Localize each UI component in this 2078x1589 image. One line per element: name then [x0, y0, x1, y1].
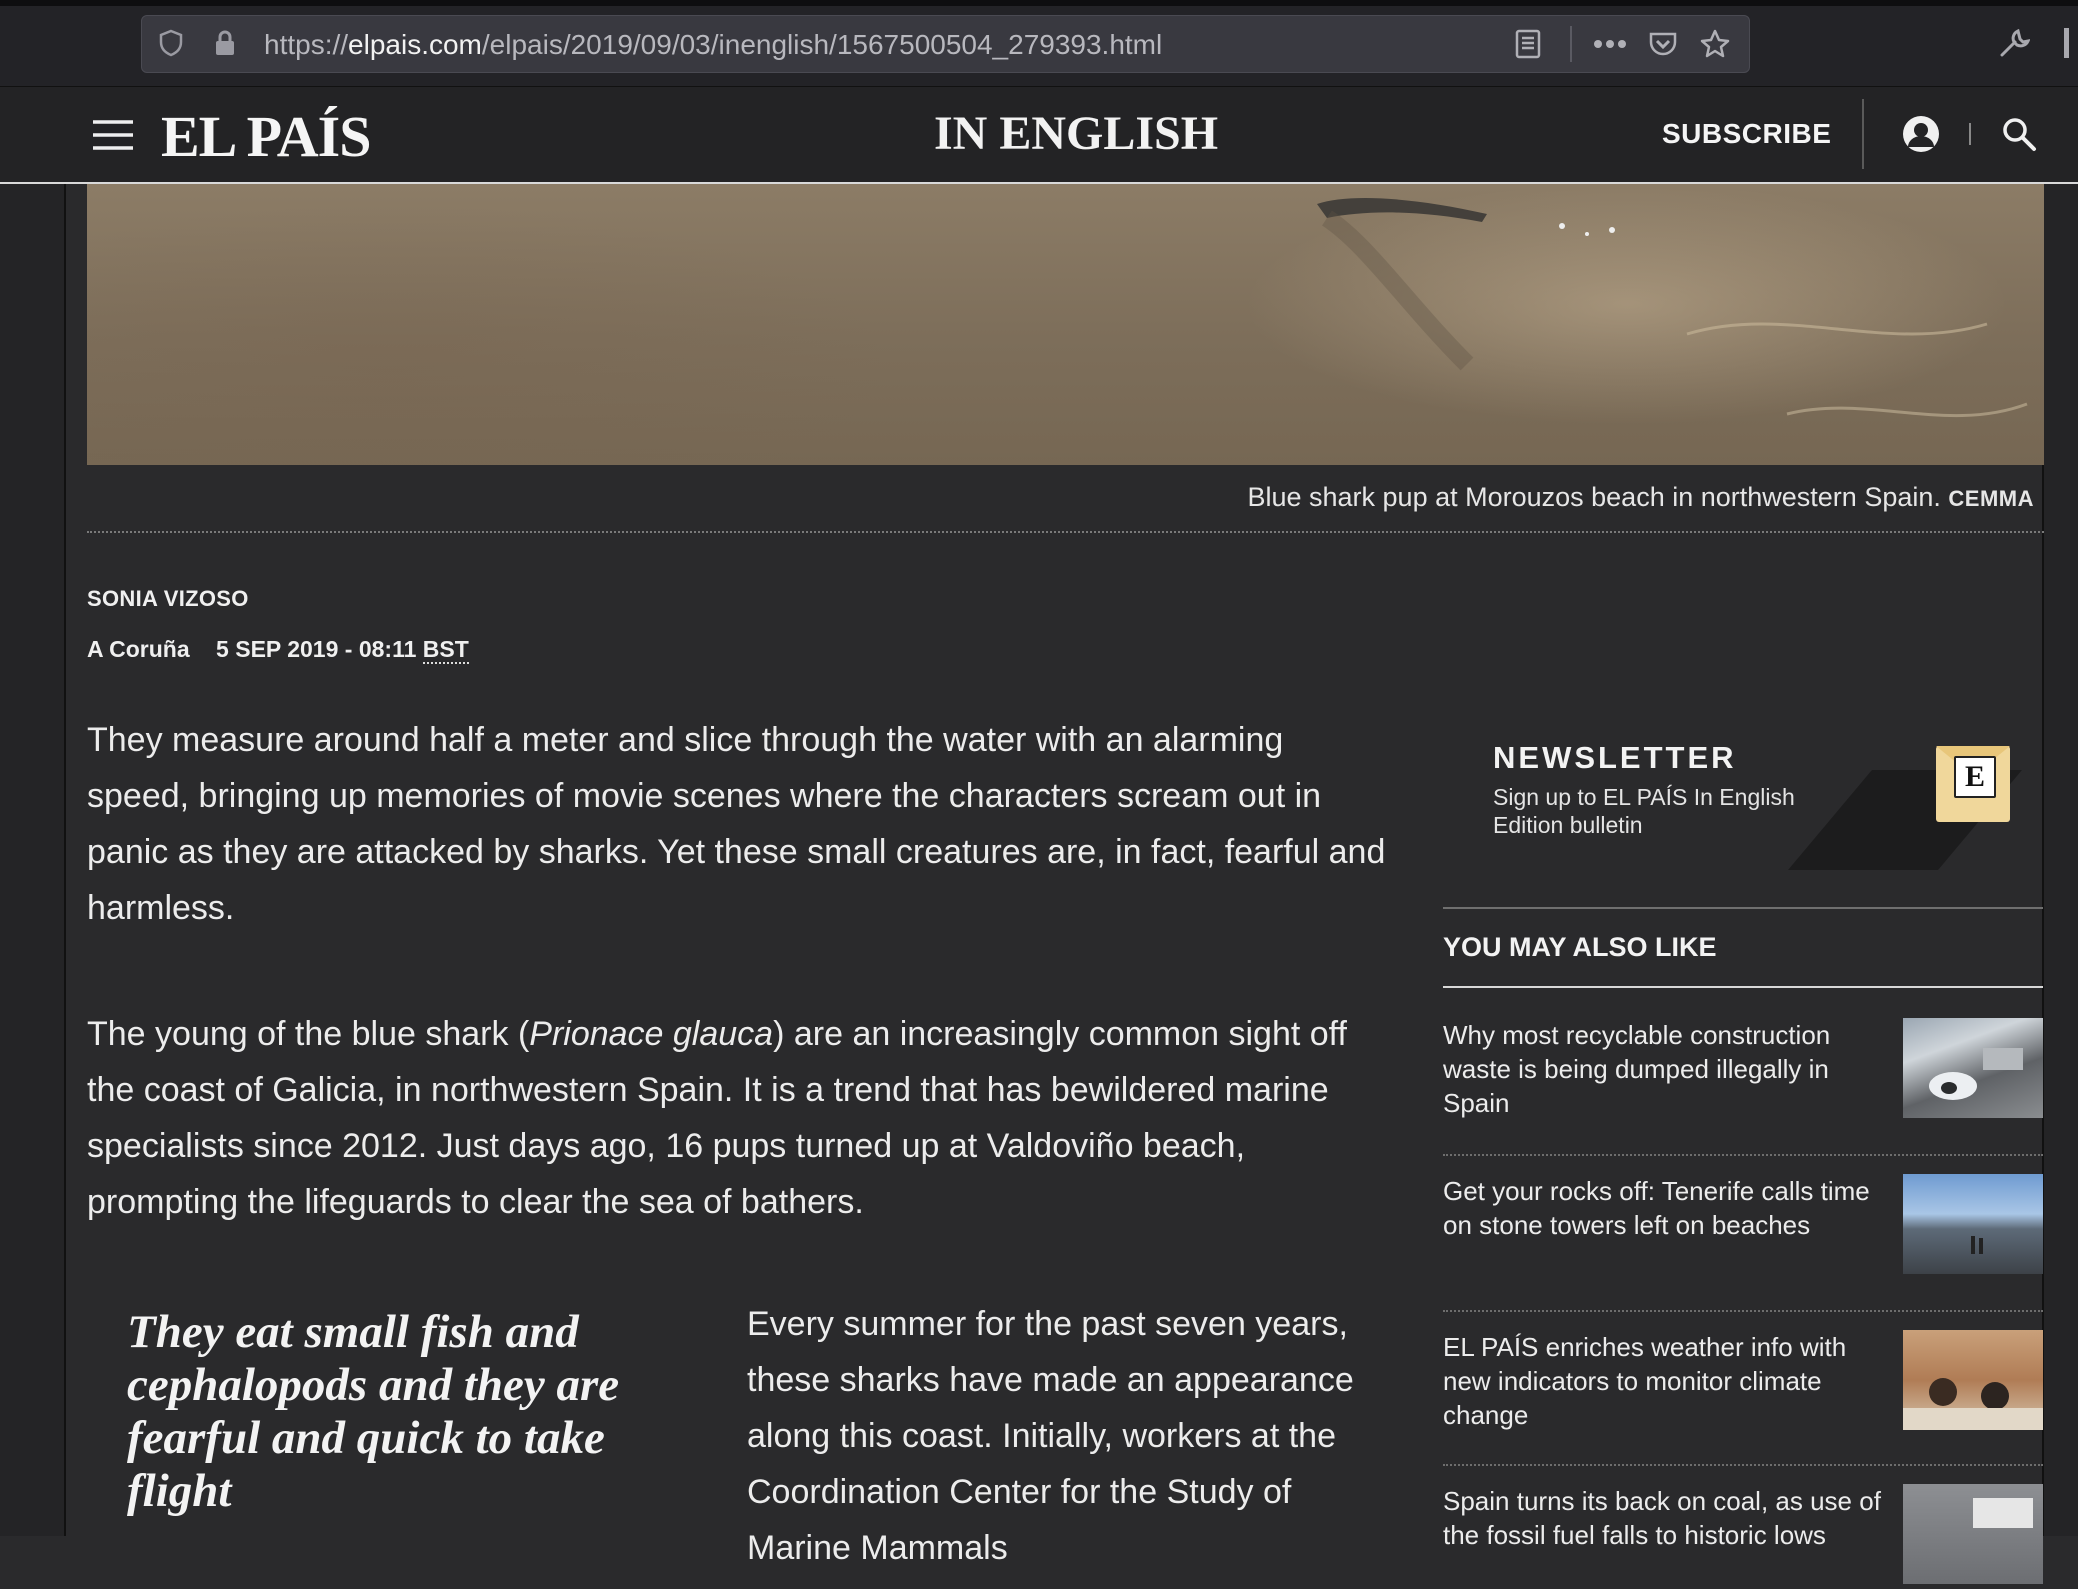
related-article-thumbnail[interactable]: [1903, 1174, 2043, 1274]
subscribe-button[interactable]: SUBSCRIBE: [1662, 118, 1831, 150]
search-icon[interactable]: [2000, 115, 2038, 153]
article-paragraph: Every summer for the past seven years, t…: [747, 1305, 1354, 1567]
browser-toolbar: https://elpais.com/elpais/2019/09/03/ine…: [0, 0, 2078, 87]
newsletter-title[interactable]: NEWSLETTER: [1493, 740, 1737, 776]
pull-quote: They eat small fish and cephalopods and …: [127, 1306, 620, 1517]
publish-date: 5 SEP 2019 - 08:11: [216, 636, 417, 662]
related-separator: [1443, 1464, 2043, 1466]
address-bar[interactable]: https://elpais.com/elpais/2019/09/03/ine…: [141, 15, 1750, 73]
wrench-icon[interactable]: [1997, 26, 2031, 60]
left-page-margin: [0, 184, 66, 1536]
related-article-title[interactable]: Why most recyclable construction waste i…: [1443, 1018, 1883, 1120]
shield-icon[interactable]: [156, 28, 186, 58]
related-heading-rule: [1443, 986, 2043, 988]
address-bar-divider: [1570, 26, 1572, 62]
lock-icon[interactable]: [210, 28, 240, 58]
menu-icon[interactable]: [92, 115, 134, 155]
article-paragraph: The young of the blue shark (Prionace gl…: [87, 1015, 1347, 1221]
header-divider: [1862, 99, 1864, 169]
caption-divider: [87, 531, 2044, 533]
right-page-margin: [2042, 184, 2078, 1536]
pocket-icon[interactable]: [1646, 28, 1680, 60]
related-article-title[interactable]: Get your rocks off: Tenerife calls time …: [1443, 1174, 1883, 1242]
bookmark-star-icon[interactable]: [1698, 27, 1732, 61]
image-credit: CEMMA: [1948, 486, 2034, 511]
related-separator: [1443, 1310, 2043, 1312]
header-divider-small: [1969, 123, 1971, 145]
related-article-thumbnail[interactable]: [1903, 1484, 2043, 1584]
newsletter-envelope-icon[interactable]: E: [1936, 746, 2010, 822]
related-article-title[interactable]: EL PAÍS enriches weather info with new i…: [1443, 1330, 1883, 1432]
tab-strip: [0, 0, 2078, 6]
more-icon[interactable]: [1592, 28, 1628, 60]
url-text[interactable]: https://elpais.com/elpais/2019/09/03/ine…: [264, 29, 1162, 61]
site-logo[interactable]: EL PAÍS: [161, 103, 372, 170]
image-caption: Blue shark pup at Morouzos beach in nort…: [1247, 482, 2034, 512]
species-name: Prionace glauca: [529, 1015, 774, 1053]
article-paragraph: They measure around half a meter and sli…: [87, 721, 1386, 927]
dateline-city: A Coruña: [87, 636, 190, 662]
section-title[interactable]: IN ENGLISH: [934, 106, 1218, 161]
author-name[interactable]: SONIA VIZOSO: [87, 586, 249, 612]
timezone-abbr: BST: [422, 636, 469, 664]
related-separator: [1443, 1154, 2043, 1156]
related-article-thumbnail[interactable]: [1903, 1018, 2043, 1118]
site-header: EL PAÍS IN ENGLISH SUBSCRIBE: [0, 87, 2078, 184]
sidebar-toggle-icon[interactable]: [2064, 28, 2069, 58]
account-icon[interactable]: [1900, 113, 1942, 155]
sidebar-divider: [1443, 907, 2043, 909]
dateline: A Coruña 5 SEP 2019 - 08:11 BST: [87, 636, 469, 664]
article-hero-image: [87, 184, 2044, 465]
newsletter-text[interactable]: Sign up to EL PAÍS In English Edition bu…: [1493, 783, 1833, 839]
related-article-thumbnail[interactable]: [1903, 1330, 2043, 1430]
related-heading: YOU MAY ALSO LIKE: [1443, 932, 1717, 962]
reader-view-icon[interactable]: [1512, 28, 1544, 60]
related-article-title[interactable]: Spain turns its back on coal, as use of …: [1443, 1484, 1883, 1552]
